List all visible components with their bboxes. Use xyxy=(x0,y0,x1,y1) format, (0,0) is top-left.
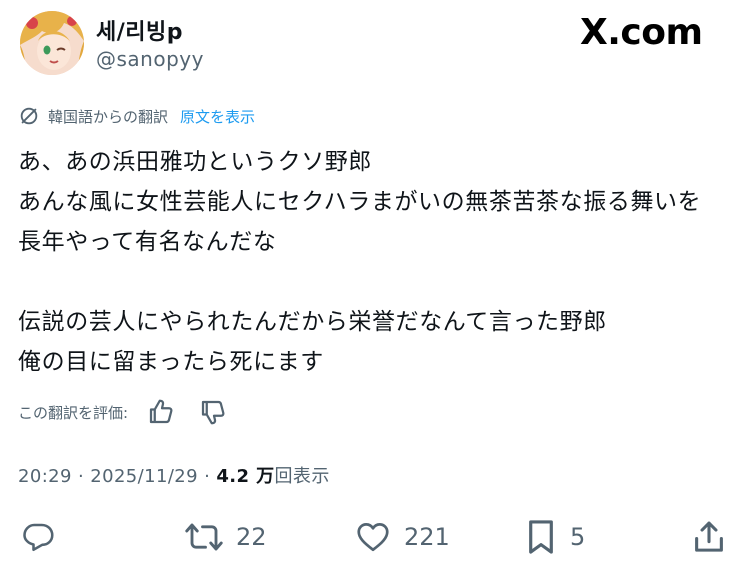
avatar[interactable] xyxy=(20,11,84,75)
tweet-time[interactable]: 20:29 xyxy=(18,466,72,487)
thumbs-up-icon[interactable] xyxy=(146,397,176,427)
tweet-line: あ、あの浜田雅功というクソ野郎 xyxy=(18,149,372,175)
tweet-line: 伝説の芸人にやられたんだから栄誉だなんて言った野郎 xyxy=(18,309,607,335)
tweet-line: あんな風に女性芸能人にセクハラまがいの無茶苦茶な振る舞いを xyxy=(18,189,702,215)
meta-separator: · xyxy=(204,466,217,487)
rate-translation-label: この翻訳を評価: xyxy=(18,403,129,422)
retweet-icon xyxy=(185,523,223,551)
tweet-header: 세/리빙p @sanopyy X.com xyxy=(0,0,749,90)
tweet-line: 俺の目に留まったら死にます xyxy=(18,349,324,375)
avatar-image xyxy=(20,11,84,75)
views-label: 回表示 xyxy=(274,466,330,487)
translation-source-label: 韓国語からの翻訳 xyxy=(48,107,169,126)
like-button[interactable]: 221 xyxy=(354,512,450,562)
show-original-link[interactable]: 原文を表示 xyxy=(180,106,255,127)
share-icon xyxy=(695,521,723,552)
like-count: 221 xyxy=(404,523,450,551)
share-button[interactable] xyxy=(692,512,726,562)
views-count: 4.2 万 xyxy=(216,466,275,487)
action-bar: 22 221 5 xyxy=(0,512,749,562)
heart-icon xyxy=(357,523,389,552)
reply-button[interactable] xyxy=(20,512,68,562)
thumbs-down-icon[interactable] xyxy=(198,397,228,427)
x-com-logo: X.com xyxy=(580,12,703,53)
translate-globe-icon xyxy=(20,107,38,125)
user-handle[interactable]: @sanopyy xyxy=(96,47,204,71)
translation-rating: この翻訳を評価: xyxy=(18,396,228,428)
bookmark-button[interactable]: 5 xyxy=(524,512,585,562)
tweet-text: あ、あの浜田雅功というクソ野郎 あんな風に女性芸能人にセクハラまがいの無茶苦茶な… xyxy=(18,142,743,382)
tweet-line: 長年やって有名なんだな xyxy=(18,229,277,255)
bookmark-count: 5 xyxy=(570,523,586,551)
meta-separator: · xyxy=(78,466,91,487)
translation-bar: 韓国語からの翻訳 原文を表示 xyxy=(18,104,255,128)
retweet-count: 22 xyxy=(236,523,267,551)
display-name[interactable]: 세/리빙p xyxy=(96,14,183,46)
bookmark-icon xyxy=(529,520,553,554)
reply-icon xyxy=(23,523,54,552)
tweet-meta: 20:29 · 2025/11/29 · 4.2 万回表示 xyxy=(18,462,330,488)
tweet-date[interactable]: 2025/11/29 xyxy=(90,466,198,487)
retweet-button[interactable]: 22 xyxy=(184,512,267,562)
